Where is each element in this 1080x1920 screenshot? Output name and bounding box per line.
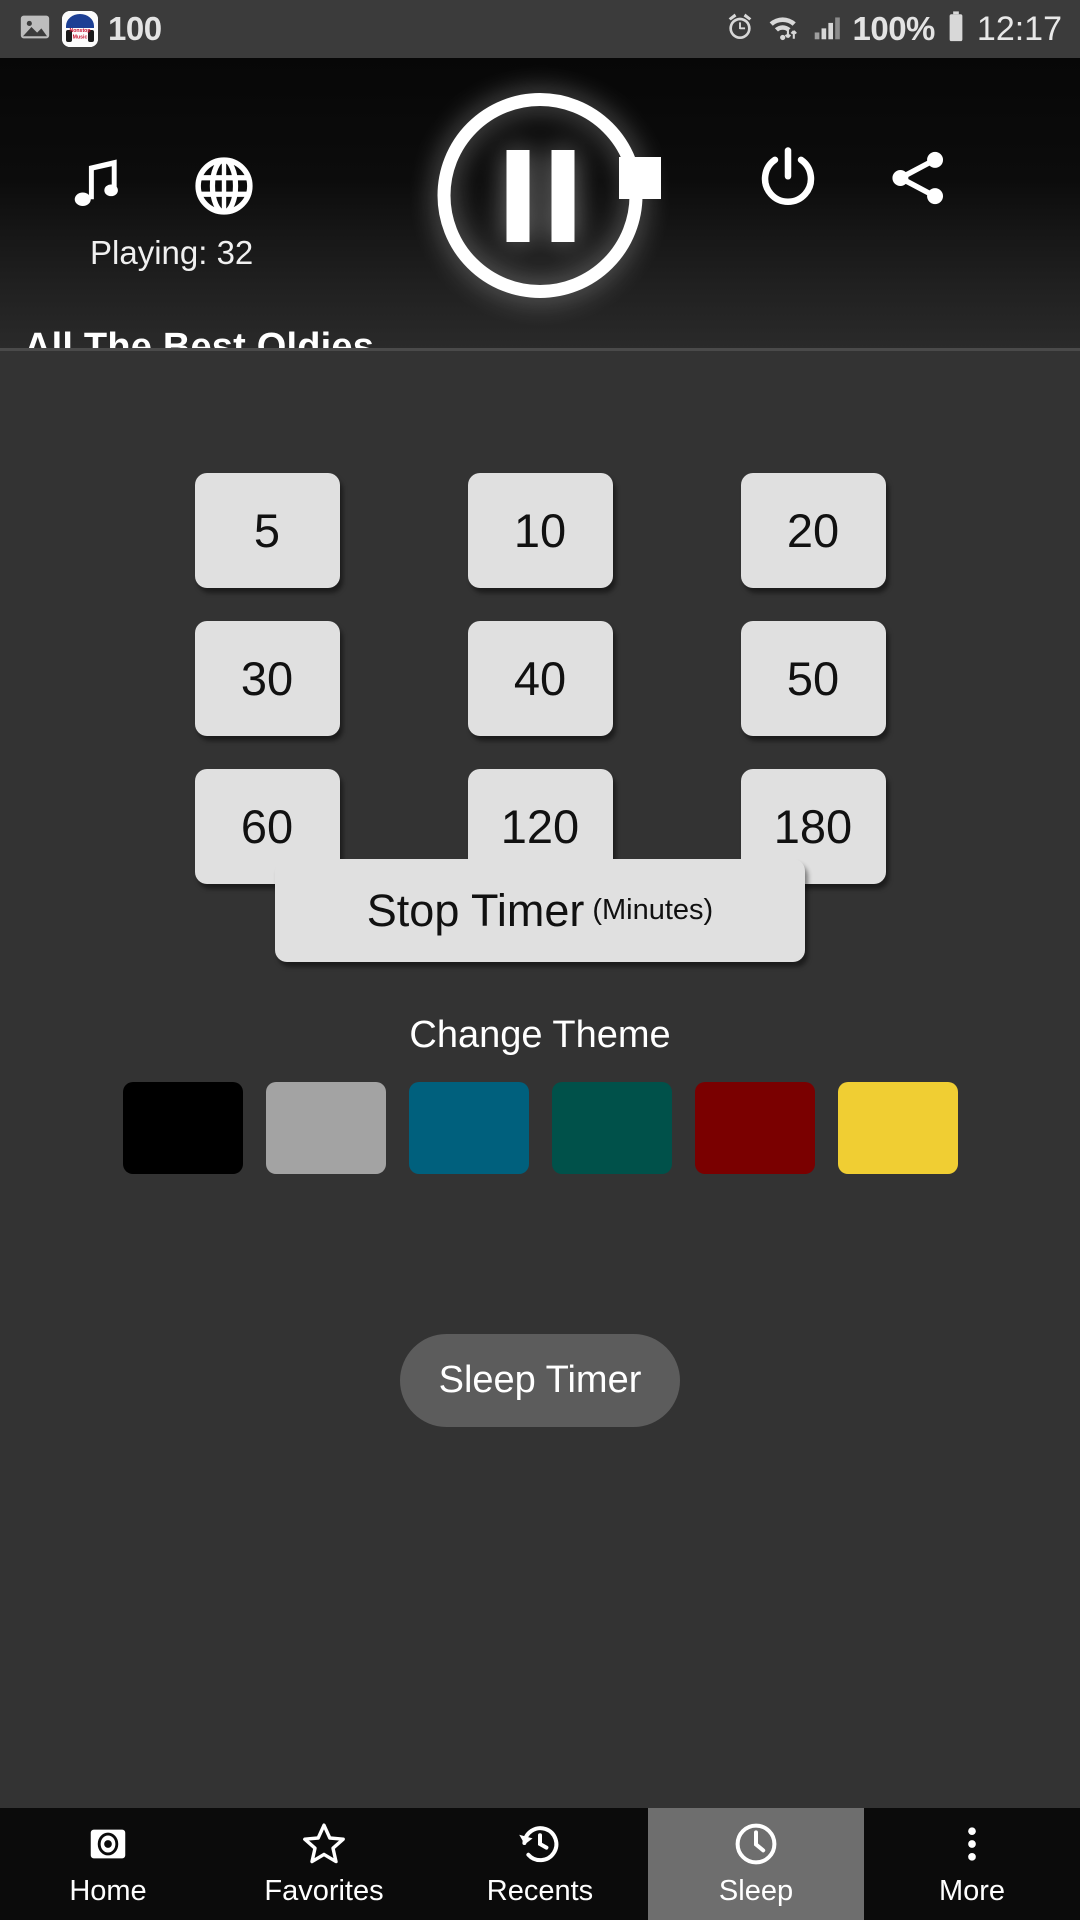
nav-label: Favorites: [264, 1875, 384, 1907]
player-header: Playing: 32 All The Best Oldies: [0, 58, 1080, 368]
bottom-navigation: Home Favorites Recents Sleep More: [0, 1808, 1080, 1920]
battery-icon: [946, 10, 966, 49]
notification-count: 100: [108, 10, 162, 47]
timer-row: 30 40 50: [0, 621, 1080, 736]
timer-row: 5 10 20: [0, 473, 1080, 588]
globe-icon[interactable]: [176, 138, 272, 234]
timer-preset-button[interactable]: 20: [740, 473, 886, 588]
timer-preset-button[interactable]: 40: [467, 621, 613, 736]
timer-preset-button[interactable]: 50: [740, 621, 886, 736]
nav-item-more[interactable]: More: [864, 1808, 1080, 1920]
share-icon[interactable]: [870, 130, 966, 226]
battery-percent: 100%: [852, 10, 936, 47]
nav-item-sleep[interactable]: Sleep: [648, 1808, 864, 1920]
status-bar: Nonstop Music 100 100% 12:17: [0, 0, 1080, 58]
status-bar-left: Nonstop Music 100: [18, 10, 162, 49]
svg-text:Music: Music: [73, 35, 88, 41]
timer-preset-button[interactable]: 10: [467, 473, 613, 588]
svg-text:Nonstop: Nonstop: [69, 28, 90, 34]
playing-status: Playing: 32: [90, 234, 254, 271]
theme-swatch-black[interactable]: [122, 1082, 243, 1174]
nav-label: More: [938, 1875, 1006, 1907]
signal-icon: [812, 12, 842, 47]
alarm-icon: [724, 11, 756, 48]
sleep-timer-button[interactable]: Sleep Timer: [400, 1334, 680, 1427]
theme-swatches: [0, 1082, 1080, 1174]
music-note-icon[interactable]: [44, 138, 140, 234]
more-vertical-icon: [950, 1820, 994, 1868]
stop-timer-unit: (Minutes): [592, 894, 714, 926]
radio-icon: [85, 1820, 131, 1868]
sleep-timer-panel: 5 10 20 30 40 50 60 120 180 Stop Timer (…: [0, 351, 1080, 1808]
timer-preset-button[interactable]: 5: [194, 473, 340, 588]
theme-swatch-gray[interactable]: [265, 1082, 386, 1174]
nav-label: Sleep: [718, 1875, 794, 1907]
theme-swatch-red[interactable]: [694, 1082, 815, 1174]
stop-timer-button[interactable]: Stop Timer (Minutes): [275, 859, 805, 962]
theme-swatch-green[interactable]: [551, 1082, 672, 1174]
nav-label: Home: [69, 1875, 147, 1907]
nonstop-music-app-icon: Nonstop Music: [62, 11, 98, 47]
theme-swatch-yellow[interactable]: [837, 1082, 958, 1174]
app-root: Nonstop Music 100 100% 12:17 Playing: 32…: [0, 0, 1080, 1920]
nav-item-recents[interactable]: Recents: [432, 1808, 648, 1920]
change-theme-label: Change Theme: [409, 1014, 671, 1056]
nav-label: Recents: [486, 1875, 594, 1907]
wifi-icon: [767, 11, 801, 48]
star-icon: [300, 1820, 348, 1868]
status-bar-right: 100% 12:17: [724, 9, 1062, 49]
power-icon[interactable]: [740, 130, 836, 226]
history-icon: [516, 1820, 564, 1868]
nav-item-home[interactable]: Home: [0, 1808, 216, 1920]
theme-swatch-blue[interactable]: [408, 1082, 529, 1174]
timer-presets-grid: 5 10 20 30 40 50 60 120 180: [0, 473, 1080, 884]
clock-icon: [732, 1820, 780, 1868]
stop-icon[interactable]: [592, 130, 688, 226]
nav-item-favorites[interactable]: Favorites: [216, 1808, 432, 1920]
stop-timer-label: Stop Timer: [366, 884, 585, 936]
clock-time: 12:17: [976, 9, 1062, 48]
timer-preset-button[interactable]: 30: [194, 621, 340, 736]
image-icon: [18, 10, 52, 49]
